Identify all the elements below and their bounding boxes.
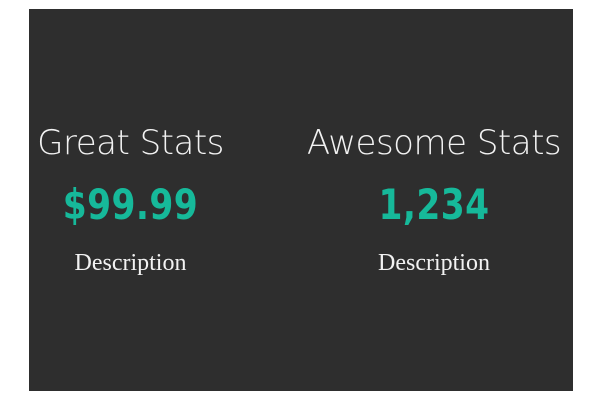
stat-value: 1,234 bbox=[378, 180, 490, 229]
stat-card-awesome-stats: Awesome Stats 1,234 Description bbox=[303, 122, 565, 278]
stat-description: Description bbox=[74, 250, 187, 276]
stat-card-great-stats: Great Stats $99.99 Description bbox=[29, 122, 232, 278]
stats-panel: Great Stats $99.99 Description Awesome S… bbox=[29, 9, 573, 391]
stat-description: Description bbox=[378, 250, 490, 276]
stat-title: Great Stats bbox=[37, 123, 224, 163]
stat-title: Awesome Stats bbox=[306, 123, 562, 163]
stat-value: $99.99 bbox=[62, 180, 199, 229]
